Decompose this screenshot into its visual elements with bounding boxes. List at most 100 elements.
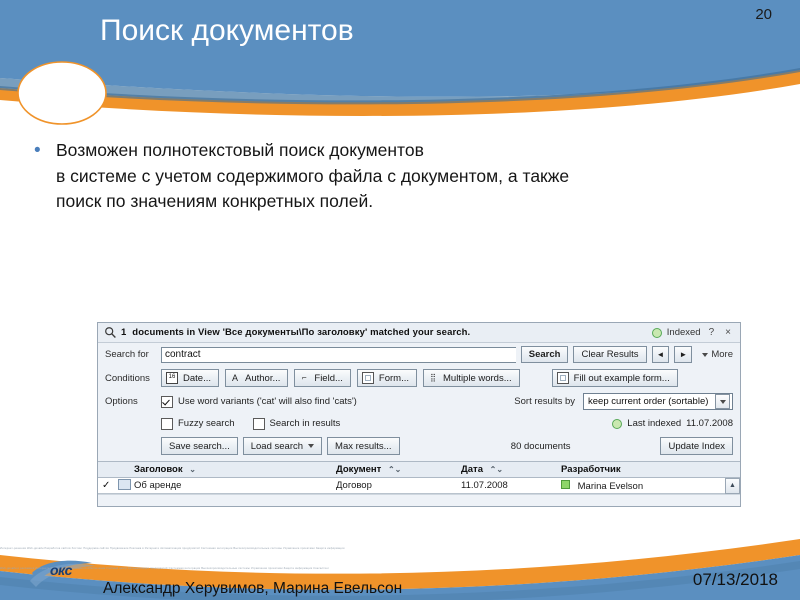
condition-multiple-words-button[interactable]: ⣿ Multiple words... [423,369,520,387]
documents-count-number: 80 [510,440,522,452]
condition-date-label: Date... [183,372,211,384]
search-in-results-label: Search in results [269,418,341,429]
close-icon[interactable]: × [722,327,734,338]
row-developer: Marina Evelson [561,479,725,492]
last-indexed-led [612,418,623,429]
results-header-document-label: Документ [336,464,382,475]
fuzzy-search-checkbox-group[interactable]: Fuzzy search [161,417,253,430]
slide-page-number: 20 [755,6,772,23]
row-document: Договор [336,480,372,491]
condition-date-button[interactable]: 16 Date... [161,369,219,387]
last-indexed-date: 11.07.2008 [686,418,733,429]
results-header-developer[interactable]: Разработчик [561,464,740,475]
more-button[interactable]: More [702,349,733,360]
indexed-status-led [651,327,662,338]
search-status-bar: 1 documents in View 'Все документы\По за… [98,323,740,343]
results-header-title-label: Заголовок [134,464,183,475]
next-arrow-button[interactable]: ► [674,346,693,363]
load-search-button[interactable]: Load search [242,437,323,455]
search-button[interactable]: Search [520,346,569,363]
results-count: 1 [121,327,127,338]
results-header-date-label: Дата [461,464,483,475]
indexed-label: Indexed [666,327,701,338]
bullet-marker-icon: • [34,140,41,161]
results-header-title[interactable]: Заголовок ⌄ [134,464,336,475]
bullet-item: • Возможен полнотекстовый поиск документ… [32,138,752,215]
prev-arrow-button[interactable]: ◄ [651,346,670,363]
row-date: 11.07.2008 [461,480,508,491]
conditions-row: Conditions 16 Date... A Author... ⌐ Fiel… [98,366,740,390]
footer-microtext-line-1: Интернет-решения Web-дизайн Разработка с… [0,547,345,550]
row-selected-check-icon[interactable]: ✓ [102,480,118,491]
chevron-down-icon[interactable] [715,394,730,409]
save-search-button[interactable]: Save search... [161,437,238,455]
condition-form-button[interactable]: Form... [356,369,417,387]
index-status-group: 80 documents Update Index [511,437,733,455]
clear-results-button[interactable]: Clear Results [573,346,647,363]
search-input[interactable] [161,346,516,363]
results-message: documents in View 'Все документы\По заго… [132,327,471,338]
field-icon: ⌐ [302,373,307,382]
condition-multiple-words-label: Multiple words... [443,372,512,384]
condition-example-form-label: Fill out example form... [573,372,670,384]
sort-toggle-icon[interactable]: ⌃⌄ [490,465,503,474]
condition-example-form-button[interactable]: Fill out example form... [551,369,678,387]
slide-header: Поиск документов 20 [0,0,800,125]
footer-authors: Александр Херувимов, Марина Евельсон [103,580,403,597]
logo-text: окс [50,562,72,578]
document-icon [118,478,134,493]
author-icon: A [231,373,238,383]
chevron-down-icon [702,352,709,357]
documents-count-label: documents [524,440,571,452]
max-results-button[interactable]: Max results... [327,437,400,455]
footer-microtext-line-2: Web-дизайн и реклама в Интернете Разрабо… [0,567,330,570]
options-row-secondary: Fuzzy search Search in results Last inde… [98,413,740,434]
condition-author-button[interactable]: A Author... [225,369,289,387]
fuzzy-search-label: Fuzzy search [178,418,235,429]
word-variants-checkbox-group[interactable]: Use word variants ('cat' will also find … [161,395,375,408]
sort-descending-icon[interactable]: ⌄ [189,465,196,474]
row-title: Об аренде [134,480,182,491]
results-table-header: Заголовок ⌄ Документ ⌃⌄ Дата ⌃⌄ Разработ… [98,461,740,478]
footer-date: 07/13/2018 [692,570,778,589]
results-table-footer [98,494,740,506]
slide-footer: Интернет-решения Web-дизайн Разработка с… [0,525,800,600]
fuzzy-search-checkbox[interactable] [161,417,173,430]
last-indexed-info: Last indexed 11.07.2008 [612,418,733,429]
bullet-text: Возможен полнотекстовый поиск документов… [56,140,570,211]
search-for-row: Search for Search Clear Results ◄ ► More [98,343,740,366]
results-header-document[interactable]: Документ ⌃⌄ [336,464,461,475]
options-label: Options [105,396,138,407]
sort-results-group: Sort results by keep current order (sort… [514,393,733,410]
developer-status-led [561,479,570,489]
example-form-icon [556,372,569,384]
company-logo: окс [36,556,98,582]
actions-row: Save search... Load search Max results..… [98,434,740,461]
sort-results-label: Sort results by [514,396,575,407]
documents-count: 80 documents [511,441,571,452]
search-in-results-checkbox-group[interactable]: Search in results [252,417,359,430]
form-icon [361,372,374,384]
load-search-label: Load search [250,440,304,452]
results-header-date[interactable]: Дата ⌃⌄ [461,464,561,475]
row-developer-label: Marina Evelson [577,480,644,492]
last-indexed-label: Last indexed [627,418,682,429]
update-index-button[interactable]: Update Index [660,437,733,455]
results-header-developer-label: Разработчик [561,464,621,475]
sort-toggle-icon[interactable]: ⌃⌄ [388,465,401,474]
help-icon[interactable]: ? [706,327,718,338]
table-row[interactable]: ✓ Об аренде Договор 11.07.2008 Marina Ev… [98,477,740,494]
body-content: • Возможен полнотекстовый поиск документ… [32,138,752,215]
magnifier-icon [105,327,116,339]
word-variants-checkbox[interactable] [161,395,173,408]
condition-field-button[interactable]: ⌐ Field... [294,369,351,387]
scroll-up-button[interactable]: ▲ [725,477,740,494]
sort-results-select[interactable]: keep current order (sortable) [583,393,733,410]
chevron-down-glyph [719,399,726,404]
multiple-words-icon: ⣿ [430,373,436,382]
notes-search-panel: 1 documents in View 'Все документы\По за… [97,322,741,507]
options-row-primary: Options Use word variants ('cat' will al… [98,390,740,413]
search-in-results-checkbox[interactable] [252,417,265,430]
word-variants-label: Use word variants ('cat' will also find … [178,396,357,407]
condition-form-label: Form... [378,372,409,384]
